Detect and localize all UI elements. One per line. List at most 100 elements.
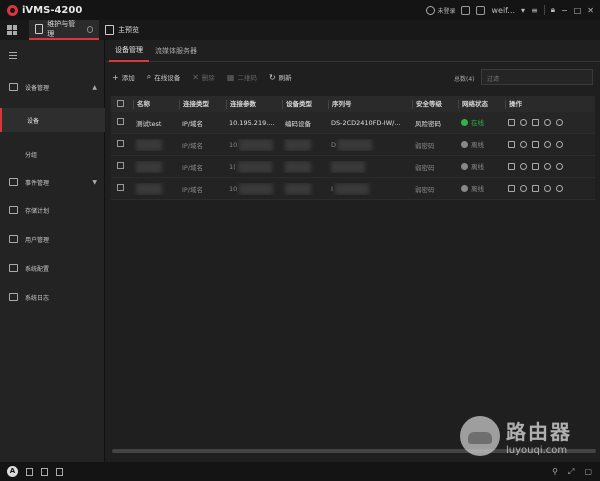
sidebar-item-group[interactable]: 分组: [0, 143, 105, 165]
user-dropdown-icon[interactable]: ▾: [521, 6, 525, 15]
chevron-down-icon: ▼: [92, 178, 97, 186]
tab-main-preview[interactable]: 主预览: [99, 20, 145, 40]
filter-input[interactable]: 过滤: [481, 69, 593, 85]
sidebar-item-label: 分组: [25, 151, 38, 159]
row-checkbox[interactable]: [111, 184, 133, 193]
col-conn-type[interactable]: 连接类型: [179, 99, 226, 109]
sidebar-item-label: 设备: [27, 117, 40, 125]
router-logo-icon: [460, 416, 500, 456]
table-row[interactable]: IP/域名 10 D 弱密码 离线: [111, 134, 595, 156]
tab-device-management[interactable]: 设备管理: [109, 40, 149, 62]
sidebar-item-device[interactable]: 设备: [0, 108, 105, 132]
close-button[interactable]: ✕: [587, 6, 594, 15]
online-devices-button[interactable]: ⌕ 在线设备: [147, 72, 180, 82]
edit-icon[interactable]: [508, 185, 515, 192]
lock-icon[interactable]: 🔒︎: [551, 5, 555, 15]
user-icon[interactable]: [544, 119, 551, 126]
storage-icon: [9, 206, 18, 214]
col-dev-type[interactable]: 设备类型: [282, 99, 328, 109]
edit-icon[interactable]: [508, 141, 515, 148]
delete-button[interactable]: ✕ 删除: [192, 72, 215, 83]
cell-status: 离线: [458, 183, 505, 194]
document-icon[interactable]: [41, 467, 48, 476]
preview-icon: [105, 25, 114, 35]
trash-icon[interactable]: [26, 467, 33, 476]
refresh-icon[interactable]: [556, 119, 563, 126]
refresh-icon: ↻: [268, 72, 276, 82]
user-menu[interactable]: weif...: [491, 6, 515, 15]
refresh-icon[interactable]: [556, 141, 563, 148]
refresh-button[interactable]: ↻ 刷新: [268, 72, 292, 83]
speaker-icon[interactable]: [56, 467, 63, 476]
row-checkbox[interactable]: [111, 162, 133, 171]
tab-maintenance[interactable]: 维护与管理: [29, 20, 99, 40]
sidebar-item-system-config[interactable]: 系统配置: [0, 257, 105, 279]
tab-close-icon[interactable]: [86, 25, 93, 33]
offline-status-icon: [461, 184, 468, 192]
sidebar-item-storage-plan[interactable]: 存储计划: [0, 199, 105, 221]
watermark: 路由器 luyouqi.com: [460, 416, 572, 456]
watermark-text: 路由器 luyouqi.com: [506, 416, 572, 456]
log-icon: [9, 293, 18, 301]
table-row[interactable]: IP/域名 10 I 弱密码 离线: [111, 178, 595, 200]
module-grid-icon[interactable]: [7, 25, 17, 35]
image-icon[interactable]: [476, 5, 486, 15]
settings-icon[interactable]: [520, 119, 527, 126]
menu-icon[interactable]: ≡: [531, 6, 538, 15]
account-icon[interactable]: [461, 5, 471, 15]
cell-dev-type: [282, 138, 328, 151]
sidebar-collapse-icon[interactable]: [9, 52, 17, 59]
storage-icon[interactable]: [532, 141, 539, 148]
cloud-login-button[interactable]: 未登录: [426, 5, 455, 15]
cell-name: 测试test: [136, 119, 162, 128]
row-checkbox[interactable]: [111, 140, 133, 149]
select-all-checkbox[interactable]: [111, 99, 133, 109]
user-icon[interactable]: [544, 163, 551, 170]
refresh-icon[interactable]: [556, 185, 563, 192]
alarm-icon[interactable]: A: [7, 466, 18, 477]
row-checkbox[interactable]: [111, 118, 133, 127]
cell-conn-param: 10: [226, 138, 282, 151]
qrcode-button[interactable]: ▦ 二维码: [227, 72, 257, 83]
col-conn-param[interactable]: 连接参数: [226, 99, 282, 109]
expand-icon[interactable]: ⤢: [568, 467, 574, 477]
refresh-icon[interactable]: [556, 163, 563, 170]
settings-icon[interactable]: [520, 163, 527, 170]
redacted-block: [338, 138, 373, 151]
delete-label: 删除: [201, 74, 215, 82]
sidebar-item-user-management[interactable]: 用户管理: [0, 228, 105, 250]
storage-icon[interactable]: [532, 163, 539, 170]
col-security[interactable]: 安全等级: [412, 99, 458, 109]
table-row[interactable]: 测试test IP/域名 10.195.219.... 编码设备 DS-2CD2…: [111, 112, 595, 134]
table-row[interactable]: IP/域名 1( 弱密码 离线: [111, 156, 595, 178]
col-serial[interactable]: 序列号: [328, 99, 412, 109]
add-button[interactable]: + 添加: [112, 72, 135, 83]
user-icon[interactable]: [544, 141, 551, 148]
settings-icon[interactable]: [520, 185, 527, 192]
tab-stream-server[interactable]: 流媒体服务器: [149, 40, 203, 62]
storage-icon[interactable]: [532, 185, 539, 192]
cell-conn-param: 1(: [226, 160, 282, 173]
cell-conn-type: IP/域名: [182, 185, 204, 194]
checkbox-icon: [117, 99, 124, 107]
sidebar-item-event-management[interactable]: 事件管理 ▼: [0, 171, 105, 193]
storage-icon[interactable]: [532, 119, 539, 126]
module-tab-bar: 维护与管理 主预览: [0, 20, 600, 40]
maximize-button[interactable]: □: [574, 6, 582, 15]
col-status[interactable]: 网络状态: [458, 99, 505, 109]
redacted-block: [285, 182, 311, 195]
conn-param-text: 10: [229, 184, 238, 193]
cloud-icon: [426, 5, 436, 15]
edit-icon[interactable]: [508, 119, 515, 126]
col-name[interactable]: 名称: [133, 99, 179, 109]
user-icon[interactable]: [544, 185, 551, 192]
window-icon[interactable]: ▢: [584, 467, 592, 477]
settings-icon[interactable]: [520, 141, 527, 148]
minimize-button[interactable]: −: [561, 6, 568, 15]
sidebar-item-device-management[interactable]: 设备管理 ▲: [0, 76, 105, 98]
pin-icon[interactable]: ⚲: [552, 467, 558, 477]
sidebar-item-label: 系统日志: [25, 294, 50, 302]
sidebar-item-system-log[interactable]: 系统日志: [0, 286, 105, 308]
redacted-block: [285, 138, 311, 151]
edit-icon[interactable]: [508, 163, 515, 170]
